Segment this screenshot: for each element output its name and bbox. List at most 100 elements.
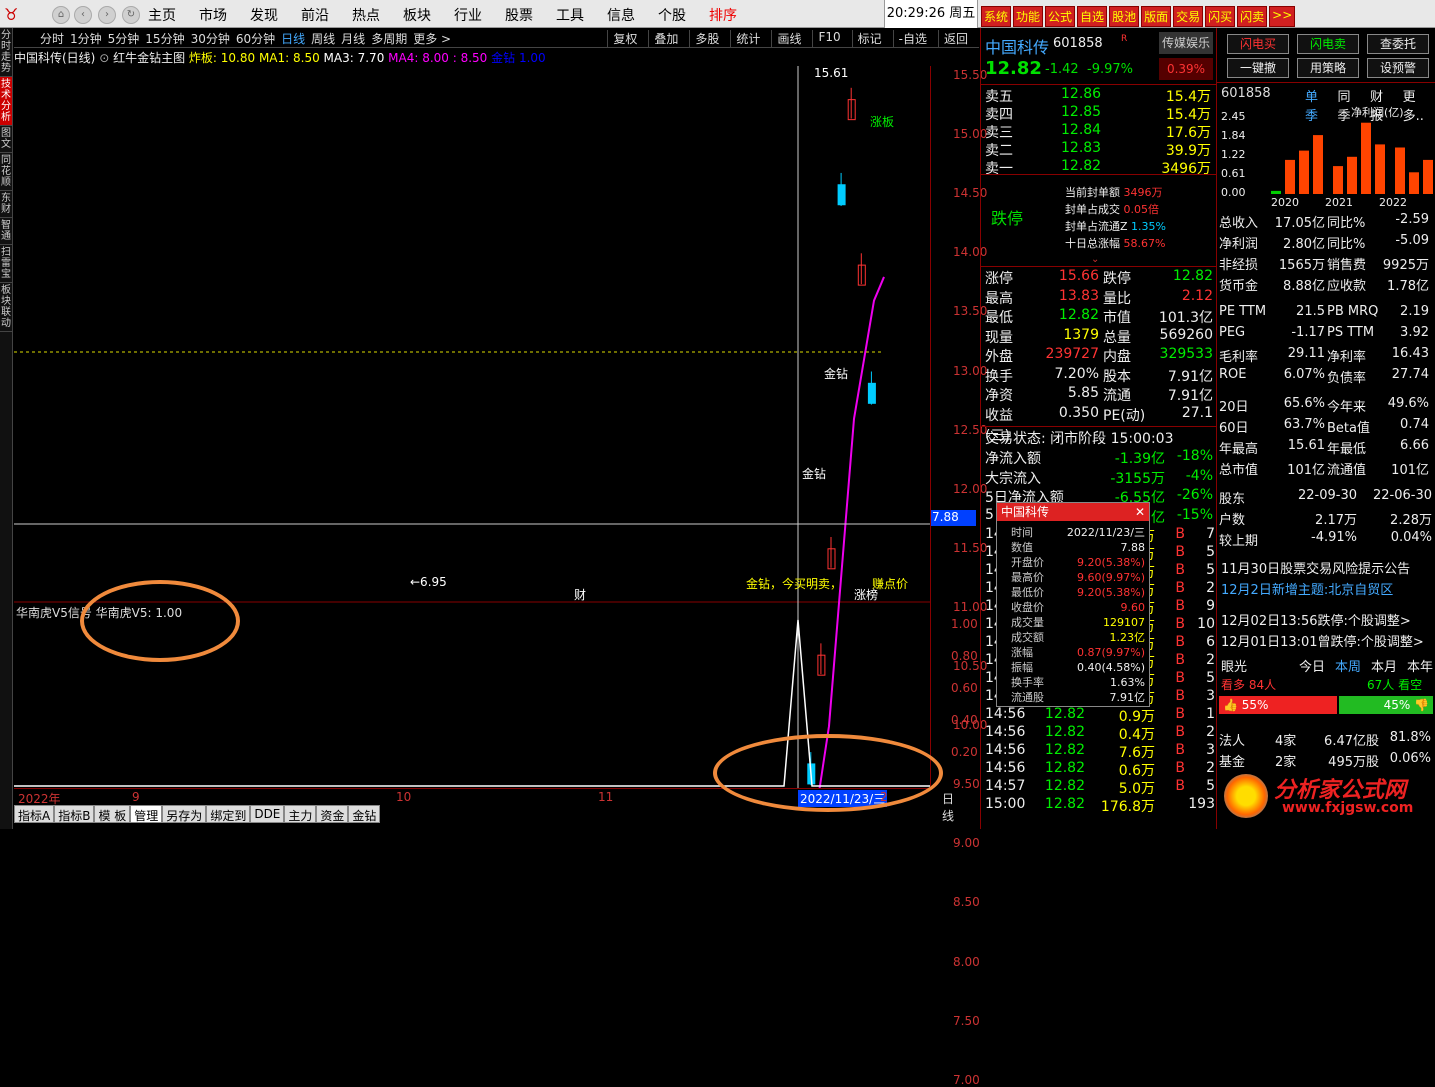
chart-tool-button[interactable]: 叠加 (648, 30, 683, 47)
sub-tick: 0.40 (951, 713, 978, 727)
left-tab[interactable]: 同花顺 (0, 153, 12, 191)
menu-item[interactable]: 个股 (658, 5, 686, 25)
news-item[interactable]: 12月2日新增主题:北京自贸区 (1221, 579, 1393, 598)
timeframe-tab[interactable]: 15分钟 (145, 32, 184, 46)
indicator-tab[interactable]: 管理 (130, 805, 163, 823)
function-button[interactable]: 系统 (981, 6, 1012, 27)
news-item[interactable]: 12月01日13:01曾跌停:个股调整> (1221, 631, 1424, 650)
indicator-tab[interactable]: 模 板 (94, 805, 131, 823)
timeframe-tab[interactable]: 1分钟 (70, 32, 102, 46)
chart-tool-button[interactable]: 返回 (937, 30, 973, 47)
fin-y-tick: 1.84 (1221, 129, 1246, 142)
menu-item[interactable]: 热点 (352, 5, 380, 25)
price-tick: 7.50 (953, 1013, 980, 1028)
chart-tool-button[interactable]: 复权 (607, 30, 642, 47)
timeframe-tab[interactable]: 日线 (281, 32, 305, 46)
chart-tool-button[interactable]: 多股 (689, 30, 724, 47)
tick-row: 14:57 12.82 5.0万 B 5 (985, 778, 1215, 797)
menu-item[interactable]: 工具 (556, 5, 584, 25)
left-tab[interactable]: 板块联动 (0, 283, 12, 332)
indicator-tab[interactable]: 另存为 (162, 805, 207, 823)
function-button[interactable]: 交易 (1173, 6, 1204, 27)
trade-button[interactable]: 一键撤 (1227, 58, 1289, 78)
refresh-icon[interactable]: ↻ (122, 6, 140, 24)
view-tab[interactable]: 今日 (1299, 656, 1325, 675)
ask-row[interactable]: 卖五 12.86 15.4万 (981, 86, 1217, 105)
timeframe-tab[interactable]: 5分钟 (108, 32, 140, 46)
indicator-tab[interactable]: 主力 (284, 805, 317, 823)
kline-chart[interactable]: 15.61←6.95涨板金钻金钻金钻，今买明卖， 赚点价涨榜财 (14, 66, 930, 788)
view-tab[interactable]: 本周 (1335, 656, 1361, 675)
menu-item[interactable]: 信息 (607, 5, 635, 25)
timeframe-tab[interactable]: 60分钟 (236, 32, 275, 46)
menu-item[interactable]: 主页 (148, 5, 176, 25)
indicator-tab[interactable]: 资金 (316, 805, 349, 823)
home-nav-icon[interactable]: ⌂ (52, 6, 70, 24)
function-button[interactable]: 闪买 (1205, 6, 1236, 27)
chart-tool-button[interactable]: 统计 (730, 30, 765, 47)
function-button[interactable]: 公式 (1045, 6, 1076, 27)
indicator-tab[interactable]: 绑定到 (206, 805, 251, 823)
indicator-tab[interactable]: DDE (250, 805, 285, 823)
ask-row[interactable]: 卖四 12.85 15.4万 (981, 104, 1217, 123)
ask-volume: 39.9万 (1165, 143, 1211, 159)
timeframe-tab[interactable]: 多周期 (371, 32, 407, 46)
menu-item[interactable]: 排序 (709, 5, 737, 25)
timeframe-tab[interactable]: 更多 > (413, 32, 451, 46)
function-button[interactable]: >> (1269, 6, 1296, 27)
chart-tool-button[interactable]: 标记 (851, 30, 887, 47)
bear-bar[interactable]: 45% 👎 (1339, 696, 1433, 714)
trade-button[interactable]: 闪电卖 (1297, 34, 1359, 54)
trade-button[interactable]: 闪电买 (1227, 34, 1289, 54)
left-tab[interactable]: 分时走势 (0, 28, 12, 77)
function-button[interactable]: 闪卖 (1237, 6, 1268, 27)
bull-bar[interactable]: 👍 55% (1219, 696, 1337, 714)
ask-volume: 15.4万 (1165, 89, 1211, 105)
menu-item[interactable]: 前沿 (301, 5, 329, 25)
collapse-chevron-icon[interactable]: ⌄ (1091, 254, 1099, 265)
sector-tag[interactable]: 传媒娱乐 (1159, 32, 1213, 54)
news-item[interactable]: 12月02日13:56跌停:个股调整> (1221, 610, 1411, 629)
menu-item[interactable]: 发现 (250, 5, 278, 25)
left-tab[interactable]: 扫雷宝 (0, 245, 12, 283)
indicator-tab[interactable]: 金钻 (348, 805, 381, 823)
menu-item[interactable]: 板块 (403, 5, 431, 25)
menu-item[interactable]: 行业 (454, 5, 482, 25)
popup-close-icon[interactable]: ✕ (1135, 503, 1145, 521)
ask-price: 12.86 (1061, 86, 1102, 102)
function-button[interactable]: 功能 (1013, 6, 1044, 27)
popup-row: 成交量 129107 (1011, 616, 1145, 629)
trade-button[interactable]: 设预警 (1367, 58, 1429, 78)
ask-row[interactable]: 卖二 12.83 39.9万 (981, 140, 1217, 159)
timeframe-tab[interactable]: 周线 (311, 32, 335, 46)
timeframe-tab[interactable]: 分时 (40, 32, 64, 46)
indicator-tab[interactable]: 指标B (54, 805, 95, 823)
fin-row: 毛利率 29.11 净利率 16.43 (1219, 346, 1429, 365)
trade-button[interactable]: 查委托 (1367, 34, 1429, 54)
clock: 20:29:26 周五 (884, 0, 978, 28)
function-button[interactable]: 版面 (1141, 6, 1172, 27)
left-tab[interactable]: 图文 (0, 126, 12, 153)
indicator-tab[interactable]: 指标A (14, 805, 55, 823)
back-icon[interactable]: ‹ (74, 6, 92, 24)
function-button[interactable]: 自选 (1077, 6, 1108, 27)
chart-tool-button[interactable]: -自选 (892, 30, 932, 47)
bear-count: 67人 看空 (1367, 678, 1423, 692)
left-tab[interactable]: 智通 (0, 218, 12, 245)
chart-tool-button[interactable]: 画线 (771, 30, 806, 47)
formula-name[interactable]: 红牛金钻主图 (113, 51, 185, 65)
left-tab[interactable]: 东财 (0, 191, 12, 218)
left-tab[interactable]: 技术分析 (0, 77, 12, 126)
menu-item[interactable]: 市场 (199, 5, 227, 25)
timeframe-tab[interactable]: 30分钟 (191, 32, 230, 46)
forward-icon[interactable]: › (98, 6, 116, 24)
view-tab[interactable]: 本月 (1371, 656, 1397, 675)
menu-item[interactable]: 股票 (505, 5, 533, 25)
news-item[interactable]: 11月30日股票交易风险提示公告 (1221, 558, 1410, 577)
function-button[interactable]: 股池 (1109, 6, 1140, 27)
view-tab[interactable]: 本年 (1407, 656, 1433, 675)
chart-tool-button[interactable]: F10 (812, 30, 845, 47)
trade-button[interactable]: 用策略 (1297, 58, 1359, 78)
timeframe-tab[interactable]: 月线 (341, 32, 365, 46)
ask-row[interactable]: 卖三 12.84 17.6万 (981, 122, 1217, 141)
